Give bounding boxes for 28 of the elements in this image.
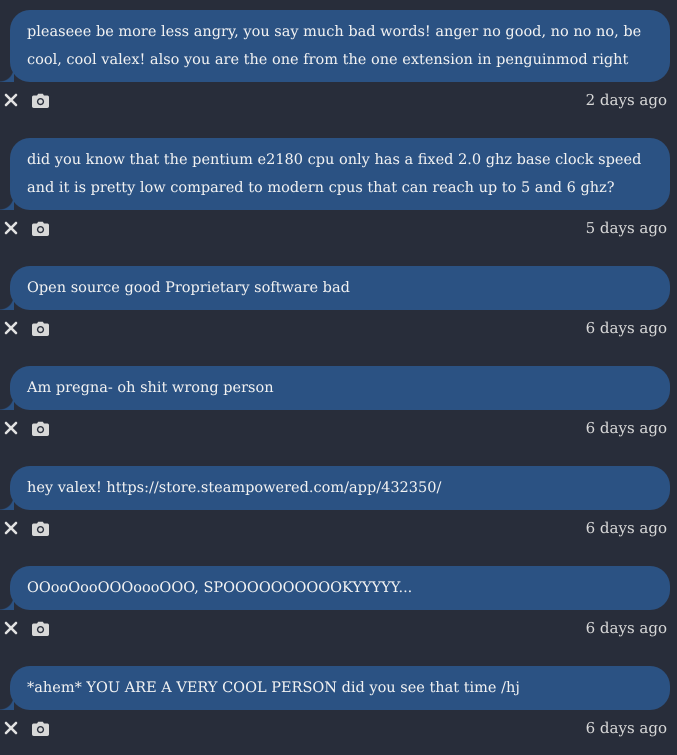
close-button[interactable] (4, 221, 18, 235)
message-bubble: Open source good Proprietary software bad (0, 266, 670, 310)
message-timestamp: 5 days ago (586, 219, 668, 237)
message-bubble: OOooOooOOOoooOOO, SPOOOOOOOOOOKYYYYY... (0, 566, 670, 610)
camera-button[interactable] (32, 620, 49, 636)
camera-button[interactable] (32, 320, 49, 336)
close-button[interactable] (4, 621, 18, 635)
camera-button[interactable] (32, 420, 49, 436)
message-timestamp: 6 days ago (586, 619, 668, 637)
camera-button[interactable] (32, 92, 49, 108)
message-timestamp: 2 days ago (586, 91, 668, 109)
message-bubble: did you know that the pentium e2180 cpu only has a fixed 2.0 ghz base clock speed and it is pretty low compared to modern cpus that can reach up to 5 and 6 ghz? (0, 138, 670, 210)
camera-button[interactable] (32, 720, 49, 736)
close-button[interactable] (4, 93, 18, 107)
message-bubble: pleaseee be more less angry, you say much bad words! anger no good, no no no, be cool, cool valex! also you are the one from the one extension in penguinmod right (0, 10, 670, 82)
close-button[interactable] (4, 321, 18, 335)
camera-button[interactable] (32, 520, 49, 536)
message-bubble: *ahem* YOU ARE A VERY COOL PERSON did you see that time /hj (0, 666, 670, 710)
camera-button[interactable] (32, 220, 49, 236)
message-bubble: Am pregna- oh shit wrong person (0, 366, 670, 410)
message-timestamp: 6 days ago (586, 319, 668, 337)
message-timestamp: 6 days ago (586, 719, 668, 737)
close-button[interactable] (4, 721, 18, 735)
message-timestamp: 6 days ago (586, 419, 668, 437)
close-button[interactable] (4, 421, 18, 435)
close-button[interactable] (4, 521, 18, 535)
message-timestamp: 6 days ago (586, 519, 668, 537)
message-bubble: hey valex! https://store.steampowered.com/app/432350/ (0, 466, 670, 510)
